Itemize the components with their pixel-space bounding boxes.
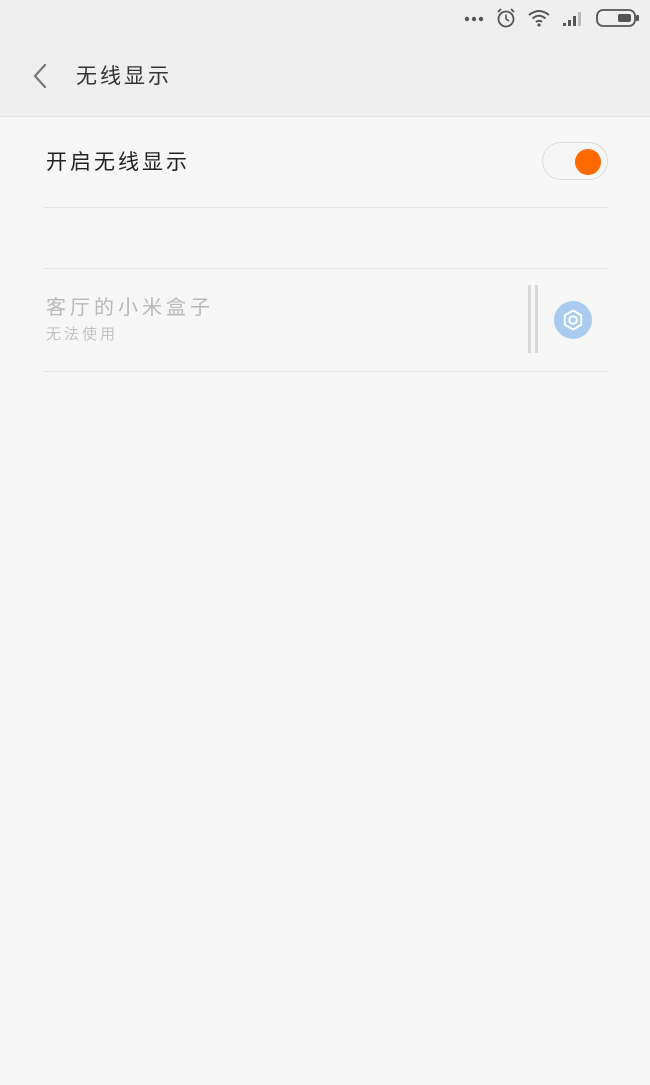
back-button[interactable] bbox=[22, 58, 58, 94]
chevron-left-icon bbox=[33, 63, 47, 89]
vertical-divider bbox=[528, 285, 540, 353]
switch-knob bbox=[575, 149, 601, 175]
device-settings-button[interactable] bbox=[554, 301, 592, 339]
device-list-item[interactable]: 客厅的小米盒子 无法使用 bbox=[44, 268, 608, 372]
device-status: 无法使用 bbox=[46, 325, 119, 343]
alarm-icon bbox=[497, 8, 515, 28]
toggle-label: 开启无线显示 bbox=[46, 150, 190, 174]
signal-icon bbox=[563, 12, 581, 26]
wireless-display-switch[interactable] bbox=[542, 142, 608, 180]
title-bar: 无线显示 bbox=[0, 36, 650, 117]
battery-icon bbox=[596, 9, 639, 27]
wifi-icon bbox=[528, 10, 550, 27]
wireless-display-toggle-row[interactable]: 开启无线显示 bbox=[44, 117, 608, 208]
more-dots-icon bbox=[464, 16, 484, 22]
status-icons bbox=[464, 6, 640, 30]
status-bar bbox=[0, 0, 650, 36]
page-title: 无线显示 bbox=[76, 64, 172, 88]
gear-icon bbox=[563, 309, 583, 331]
device-name: 客厅的小米盒子 bbox=[46, 295, 214, 319]
